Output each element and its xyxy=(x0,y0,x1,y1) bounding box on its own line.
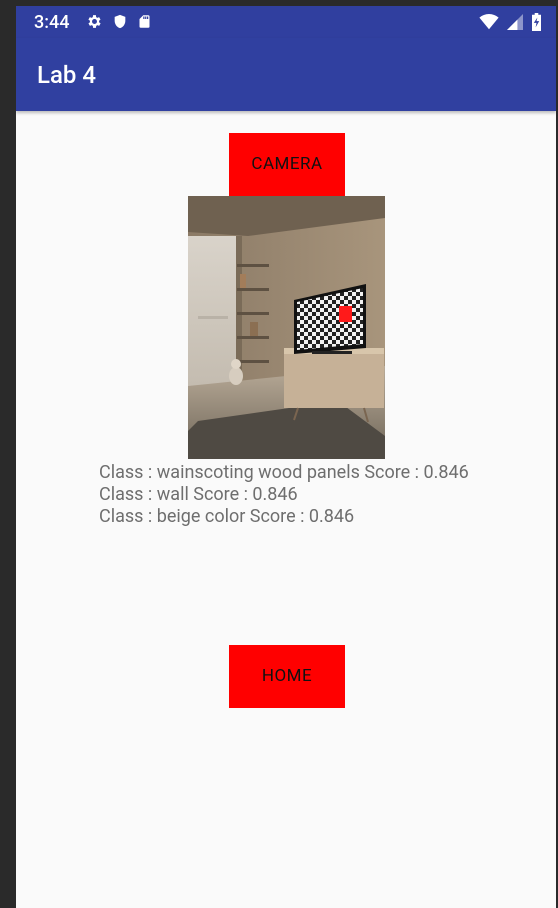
result-line: Class : wall Score : 0.846 xyxy=(99,484,298,505)
device-frame-left xyxy=(0,0,16,908)
status-icons-left xyxy=(86,13,152,34)
app-bar: Lab 4 xyxy=(16,38,556,111)
result-line: Class : wainscoting wood panels Score : … xyxy=(99,462,469,483)
gear-icon xyxy=(86,13,103,34)
camera-button[interactable]: CAMERA xyxy=(229,133,345,196)
status-time: 3:44 xyxy=(34,12,70,33)
wifi-icon xyxy=(479,14,499,34)
result-line: Class : beige color Score : 0.846 xyxy=(99,506,355,527)
classification-results: Class : wainscoting wood panels Score : … xyxy=(99,462,469,528)
captured-photo xyxy=(188,196,385,459)
status-bar: 3:44 xyxy=(16,6,556,38)
sd-card-icon xyxy=(137,13,152,34)
battery-icon xyxy=(531,13,542,35)
app-title: Lab 4 xyxy=(37,61,96,89)
app-screen: 3:44 Lab 4 CAMERA Class: wainscoting wo… xyxy=(16,6,556,908)
home-button[interactable]: HOME xyxy=(229,645,345,708)
signal-icon xyxy=(507,14,523,34)
status-icons-right xyxy=(479,13,542,35)
shield-icon xyxy=(112,13,128,34)
